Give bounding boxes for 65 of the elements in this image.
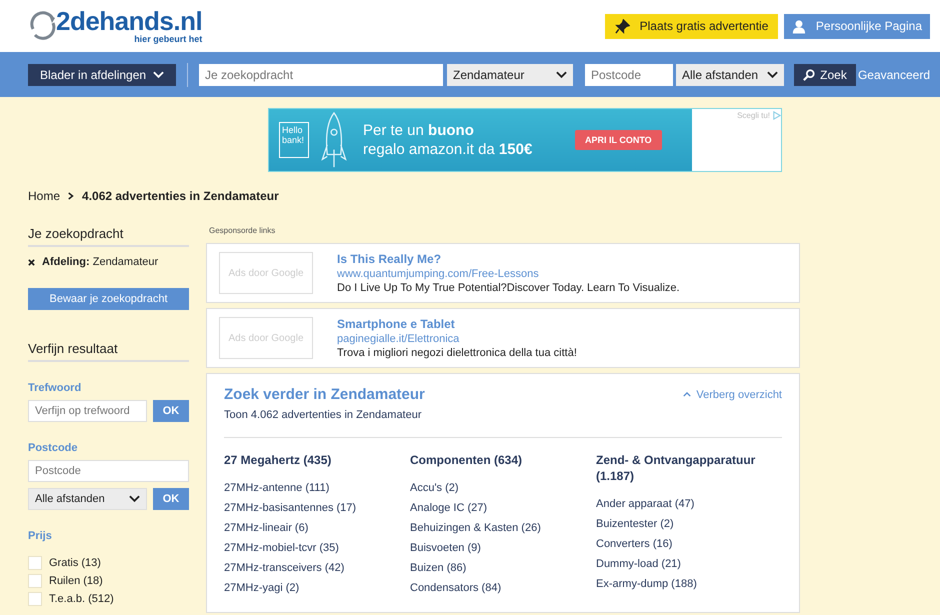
place-ad-button[interactable]: Plaats gratis advertentie <box>605 14 778 38</box>
chevron-down-icon <box>556 70 567 78</box>
chevron-up-icon <box>683 392 692 397</box>
subcategory-link[interactable]: Ex-army-dump (188) <box>596 574 782 594</box>
filter-label: Trefwoord <box>28 382 82 394</box>
banner-headline: Per te un buono regalo amazon.it da 150€ <box>363 121 534 159</box>
subcategory-link[interactable]: 27MHz-lineair (6) <box>224 518 410 538</box>
distance-dropdown[interactable]: Alle afstanden <box>28 488 147 510</box>
home-link[interactable]: Home <box>28 189 60 203</box>
ad-choices-icon <box>772 111 781 120</box>
search-field[interactable]: Je zoekopdracht <box>199 64 443 86</box>
section-heading: Je zoekopdracht <box>28 226 189 247</box>
checkbox-label: Gratis (13) <box>49 557 101 569</box>
sponsored-label: Gesponsorde links <box>209 226 276 235</box>
subcategory-link[interactable]: 27MHz-basisantennes (17) <box>224 498 410 518</box>
search-button[interactable]: Zoek <box>794 64 856 86</box>
subcategory-link[interactable]: Condensators (84) <box>410 578 596 598</box>
active-filter: Afdeling: Zendamateur <box>42 256 158 268</box>
subcategory-link[interactable]: Analoge IC (27) <box>410 498 596 518</box>
ad-description: Do I Live Up To My True Potential?Discover Today. Learn To Visualize. <box>337 282 680 294</box>
subcategory-link[interactable]: Buisvoeten (9) <box>410 538 596 558</box>
panel-title: Zoek verder in Zendamateur <box>224 386 425 403</box>
subcategory-link[interactable]: Converters (16) <box>596 534 782 554</box>
chevron-down-icon <box>129 495 140 503</box>
category-heading-link[interactable]: 27 Megahertz (435) <box>224 452 409 468</box>
ad-description: Trova i migliori negozi dielettronica della tua città! <box>337 347 577 359</box>
distance-dropdown[interactable]: Alle afstanden <box>676 64 784 86</box>
checkbox-label: T.e.a.b. (512) <box>49 593 114 605</box>
section-heading: Verfijn resultaat <box>28 341 189 362</box>
subcategory-link[interactable]: Accu's (2) <box>410 478 596 498</box>
bank-logo: Hello bank! <box>279 122 309 158</box>
category-dropdown[interactable]: Zendamateur <box>447 64 573 86</box>
rocket-drawing <box>319 111 349 169</box>
chevron-right-icon <box>68 192 74 200</box>
subcategory-link[interactable]: 27MHz-yagi (2) <box>224 578 410 598</box>
subcategory-link[interactable]: 27MHz-antenne (111) <box>224 478 410 498</box>
category-heading-link[interactable]: Componenten (634) <box>410 452 595 468</box>
subcategory-link[interactable]: Buizen (86) <box>410 558 596 578</box>
remove-icon[interactable] <box>28 258 35 266</box>
subcategory-link[interactable]: Buizentester (2) <box>596 514 782 534</box>
subcategory-link[interactable]: Behuizingen & Kasten (26) <box>410 518 596 538</box>
pin-icon <box>614 18 630 34</box>
site-logo[interactable]: 2dehands.nl hier gebeurt het <box>28 8 202 44</box>
checkbox[interactable] <box>28 574 42 588</box>
filter-label: Postcode <box>28 442 79 454</box>
keyword-field[interactable]: Verfijn op trefwoord <box>28 400 147 422</box>
filter-label: Prijs <box>28 530 53 542</box>
subcategory-link[interactable]: Dummy-load (21) <box>596 554 782 574</box>
browse-categories-dropdown[interactable]: Blader in afdelingen <box>28 64 176 86</box>
checkbox[interactable] <box>28 592 42 606</box>
chevron-down-icon <box>153 70 164 78</box>
subcategory-link[interactable]: 27MHz-transceivers (42) <box>224 558 410 578</box>
postcode-field[interactable]: Postcode <box>585 64 673 86</box>
chevron-down-icon <box>767 70 778 78</box>
breadcrumb-current: 4.062 advertenties in Zendamateur <box>82 189 279 203</box>
subcategory-link[interactable]: 27MHz-mobiel-tcvr (35) <box>224 538 410 558</box>
checkbox[interactable] <box>28 556 42 570</box>
user-icon <box>792 18 806 34</box>
result-count-link[interactable]: Toon 4.062 advertenties in Zendamateur <box>224 409 782 421</box>
postcode-field[interactable]: Postcode <box>28 460 189 482</box>
search-icon <box>803 68 816 80</box>
subcategory-link[interactable]: Ander apparaat (47) <box>596 494 782 514</box>
recycle-arrows-icon <box>28 11 58 41</box>
category-heading-link[interactable]: Zend- & Ontvangapparatuur (1.187) <box>596 452 781 484</box>
checkbox-label: Ruilen (18) <box>49 575 103 587</box>
